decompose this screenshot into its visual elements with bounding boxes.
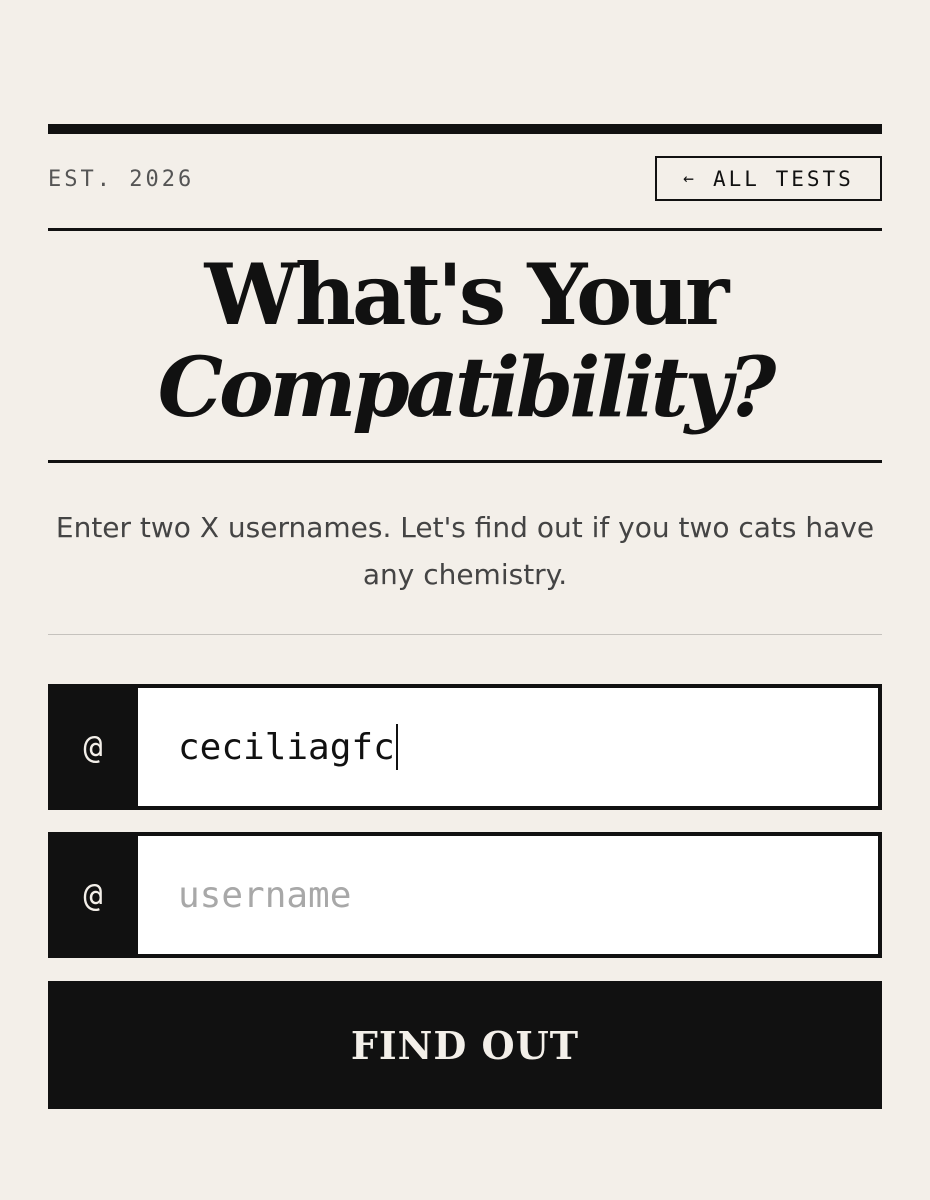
- back-arrow-icon: ←: [683, 168, 698, 189]
- page-title-line2: Compatibility?: [157, 340, 777, 436]
- username-input-2-box: [138, 836, 878, 954]
- header-divider: [48, 228, 882, 231]
- all-tests-button[interactable]: ← ALL TESTS: [655, 156, 882, 201]
- find-out-button[interactable]: FIND OUT: [48, 981, 882, 1109]
- at-prefix-icon: @: [83, 728, 103, 766]
- established-label: EST. 2026: [48, 167, 195, 192]
- page-title: What's Your Compatibility?: [48, 245, 882, 436]
- username-input-2[interactable]: [138, 836, 878, 954]
- at-prefix-icon: @: [83, 876, 103, 914]
- username-input-1[interactable]: [138, 688, 878, 806]
- page-subtitle: Enter two X usernames. Let's find out if…: [55, 511, 875, 591]
- page-title-line1: What's Your: [204, 245, 730, 344]
- username-input-1-box: ceciliagfc: [138, 688, 878, 806]
- username-field-1: @ ceciliagfc: [48, 684, 882, 810]
- form-divider: [48, 634, 882, 635]
- top-thick-rule: [48, 124, 882, 134]
- all-tests-label: ALL TESTS: [713, 166, 854, 191]
- username-field-2: @: [48, 832, 882, 958]
- title-divider: [48, 460, 882, 463]
